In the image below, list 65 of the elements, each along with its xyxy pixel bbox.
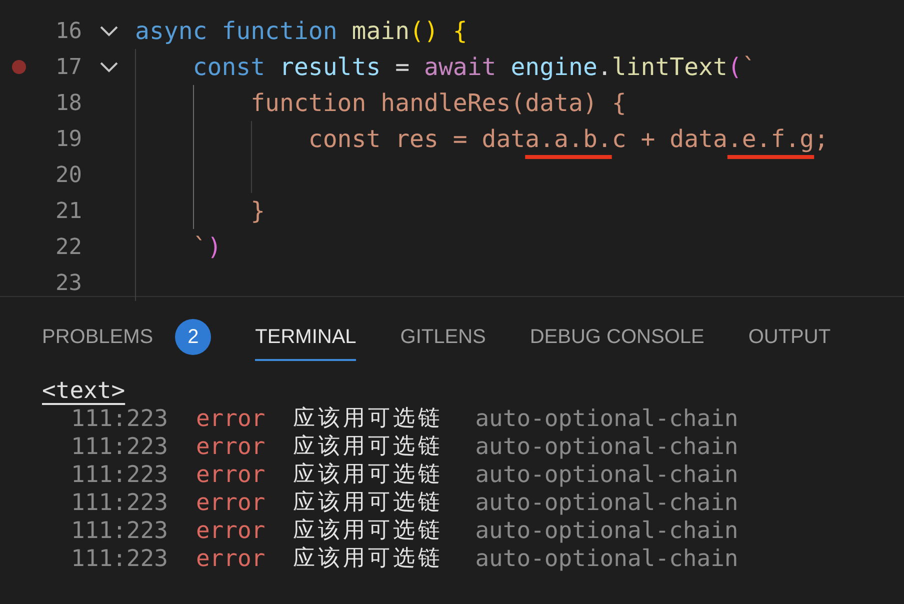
code-token: engine bbox=[510, 53, 598, 81]
code-token: results bbox=[278, 53, 381, 81]
problem-severity: error bbox=[196, 545, 266, 573]
code-token: async bbox=[135, 17, 208, 45]
code-token: = bbox=[394, 53, 411, 81]
code-token: function handleRes(data) { bbox=[250, 89, 626, 117]
line-number: 16 bbox=[54, 18, 82, 44]
problem-rule: auto-optional-chain bbox=[475, 545, 738, 573]
problem-severity: error bbox=[196, 405, 266, 433]
panel-tab[interactable]: OUTPUT bbox=[748, 315, 831, 361]
problem-rule: auto-optional-chain bbox=[475, 461, 738, 489]
code-token: const bbox=[192, 53, 266, 81]
code-token: ( bbox=[727, 53, 742, 81]
panel-tab[interactable]: PROBLEMS 2 bbox=[42, 315, 212, 361]
problem-rule: auto-optional-chain bbox=[475, 405, 738, 433]
code-token: const res = dat bbox=[307, 125, 526, 153]
problem-message: 应该用可选链 bbox=[293, 545, 444, 573]
problem-rule: auto-optional-chain bbox=[475, 433, 738, 461]
problem-position: 111:223 bbox=[71, 405, 168, 433]
code-token: ) bbox=[207, 233, 222, 261]
code-token: } bbox=[250, 197, 266, 225]
code-token: main bbox=[350, 17, 410, 45]
problem-position: 111:223 bbox=[71, 433, 168, 461]
problem-severity: error bbox=[196, 461, 266, 489]
line-number: 21 bbox=[54, 198, 82, 224]
panel-tab[interactable]: TERMINAL bbox=[255, 315, 356, 361]
code-token: ; bbox=[814, 125, 829, 153]
problem-message: 应该用可选链 bbox=[293, 461, 444, 489]
problem-position: 111:223 bbox=[71, 517, 168, 545]
chevron-down-icon[interactable] bbox=[98, 25, 118, 37]
line-number: 22 bbox=[54, 234, 82, 260]
panel-tab[interactable]: DEBUG CONSOLE bbox=[530, 315, 704, 361]
chevron-down-icon[interactable] bbox=[98, 61, 118, 73]
error-underlined-code: a.a.b. bbox=[525, 125, 612, 153]
code-token: function bbox=[220, 17, 338, 45]
count-badge: 2 bbox=[175, 319, 212, 355]
problem-message: 应该用可选链 bbox=[293, 517, 444, 545]
problem-rule: auto-optional-chain bbox=[475, 517, 738, 545]
problem-severity: error bbox=[196, 517, 266, 545]
problem-rule: auto-optional-chain bbox=[475, 489, 738, 517]
line-number: 17 bbox=[54, 54, 82, 80]
problem-severity: error bbox=[196, 433, 266, 461]
code-token: lintText bbox=[612, 53, 728, 81]
problem-position: 111:223 bbox=[71, 545, 168, 573]
code-token: ` bbox=[742, 53, 756, 81]
problem-message: 应该用可选链 bbox=[293, 489, 444, 517]
code-token: () bbox=[410, 17, 438, 45]
line-number: 19 bbox=[54, 126, 82, 152]
line-number: 20 bbox=[54, 162, 82, 188]
error-underlined-code: .e.f.g bbox=[727, 125, 814, 153]
code-token: await bbox=[424, 53, 496, 81]
panel-tab[interactable]: GITLENS bbox=[400, 315, 486, 361]
problem-position: 111:223 bbox=[71, 461, 168, 489]
problem-message: 应该用可选链 bbox=[293, 405, 444, 433]
file-link[interactable]: <text> bbox=[42, 377, 126, 405]
line-number: 18 bbox=[54, 90, 82, 116]
problem-position: 111:223 bbox=[71, 489, 168, 517]
problem-severity: error bbox=[196, 489, 266, 517]
code-token: ` bbox=[192, 233, 208, 261]
code-token: . bbox=[597, 53, 612, 81]
code-token: { bbox=[452, 17, 468, 45]
code-token: c + data bbox=[612, 125, 728, 153]
line-number: 23 bbox=[54, 270, 82, 296]
problem-message: 应该用可选链 bbox=[293, 433, 444, 461]
breakpoint-dot[interactable] bbox=[12, 60, 26, 74]
